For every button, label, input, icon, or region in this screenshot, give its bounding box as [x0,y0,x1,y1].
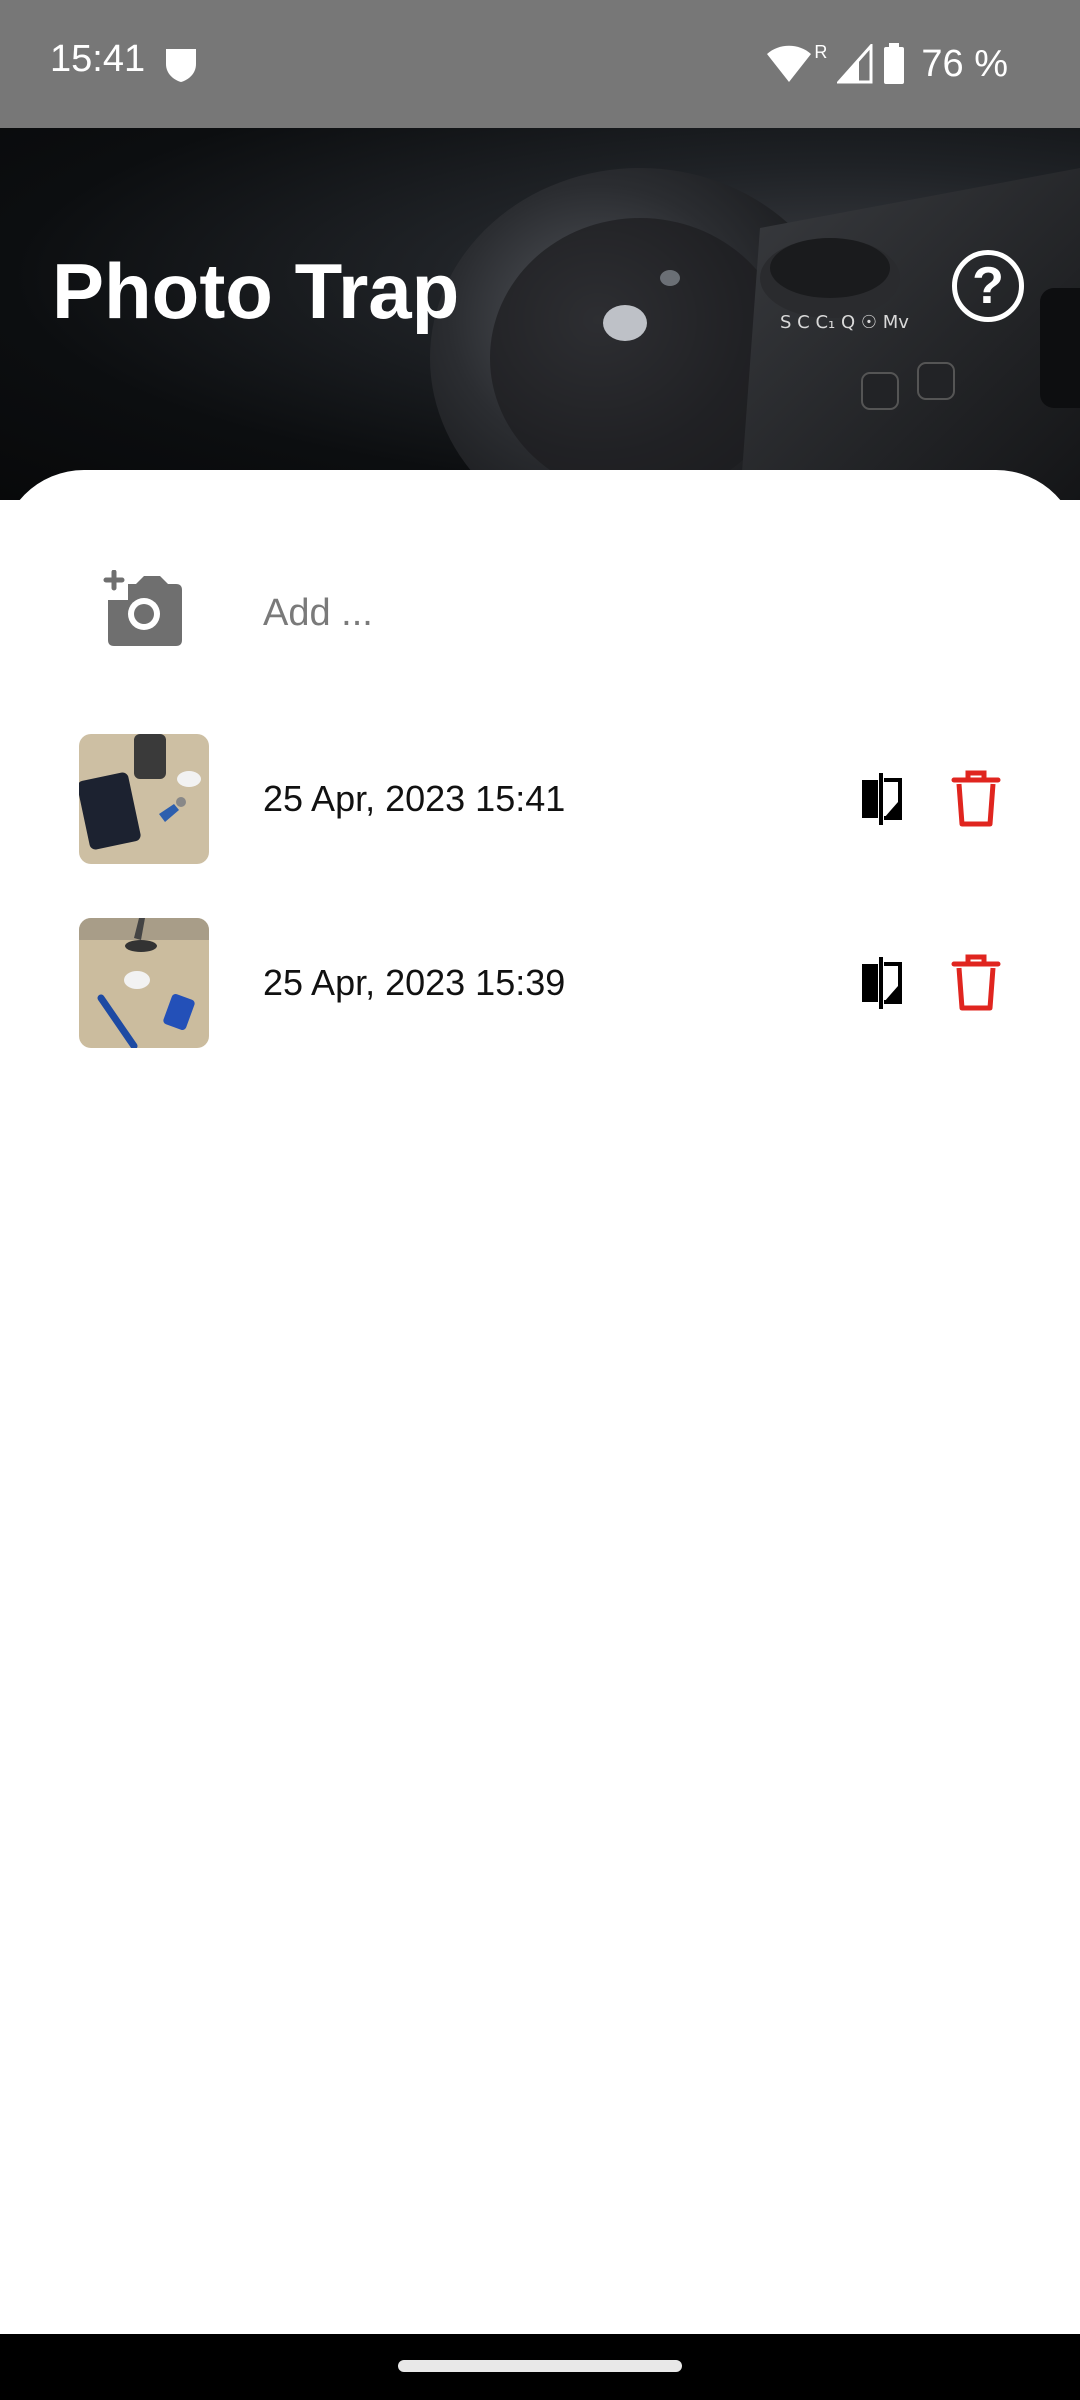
signal-icon [837,44,873,84]
status-time: 15:41 [50,38,146,80]
home-gesture-handle[interactable] [398,2360,682,2372]
list-item[interactable]: 25 Apr, 2023 15:41 [0,734,1080,864]
wifi-icon [767,45,812,82]
trash-icon[interactable] [950,954,1002,1012]
photo-date: 25 Apr, 2023 15:41 [263,778,566,819]
compare-icon[interactable] [858,772,904,826]
status-icons: R 76 % [766,36,1008,92]
list-item[interactable]: 25 Apr, 2023 15:39 [0,918,1080,1048]
add-photo-button[interactable]: Add ... [0,570,1080,666]
add-label: Add ... [263,592,373,634]
app-title: Photo Trap [52,247,460,335]
navigation-bar [0,2334,1080,2400]
trash-icon[interactable] [950,770,1002,828]
photo-date: 25 Apr, 2023 15:39 [263,962,566,1003]
roaming-label: R [814,41,828,62]
help-icon[interactable]: ? [952,250,1024,322]
status-bar: 15:41 R 76 % [0,0,1080,128]
header-banner: S C C₁ Q ☉ Mv Photo Trap ? [0,128,1080,500]
battery-percent: 76 % [921,42,1008,85]
photo-thumbnail[interactable] [79,734,209,864]
svg-text:S C C₁ Q ☉ Mv: S C C₁ Q ☉ Mv [780,312,909,333]
content-sheet: Add ... 25 Apr, 2023 15:41 25 Apr, 2023 … [0,470,1080,2334]
add-camera-icon [103,570,182,646]
screen: 15:41 R 76 % S C C₁ Q ☉ Mv Photo Trap ? … [0,0,1080,2400]
help-glyph: ? [972,257,1004,315]
battery-icon [884,43,905,84]
shield-icon [166,49,196,82]
compare-icon[interactable] [858,956,904,1010]
photo-thumbnail[interactable] [79,918,209,1048]
